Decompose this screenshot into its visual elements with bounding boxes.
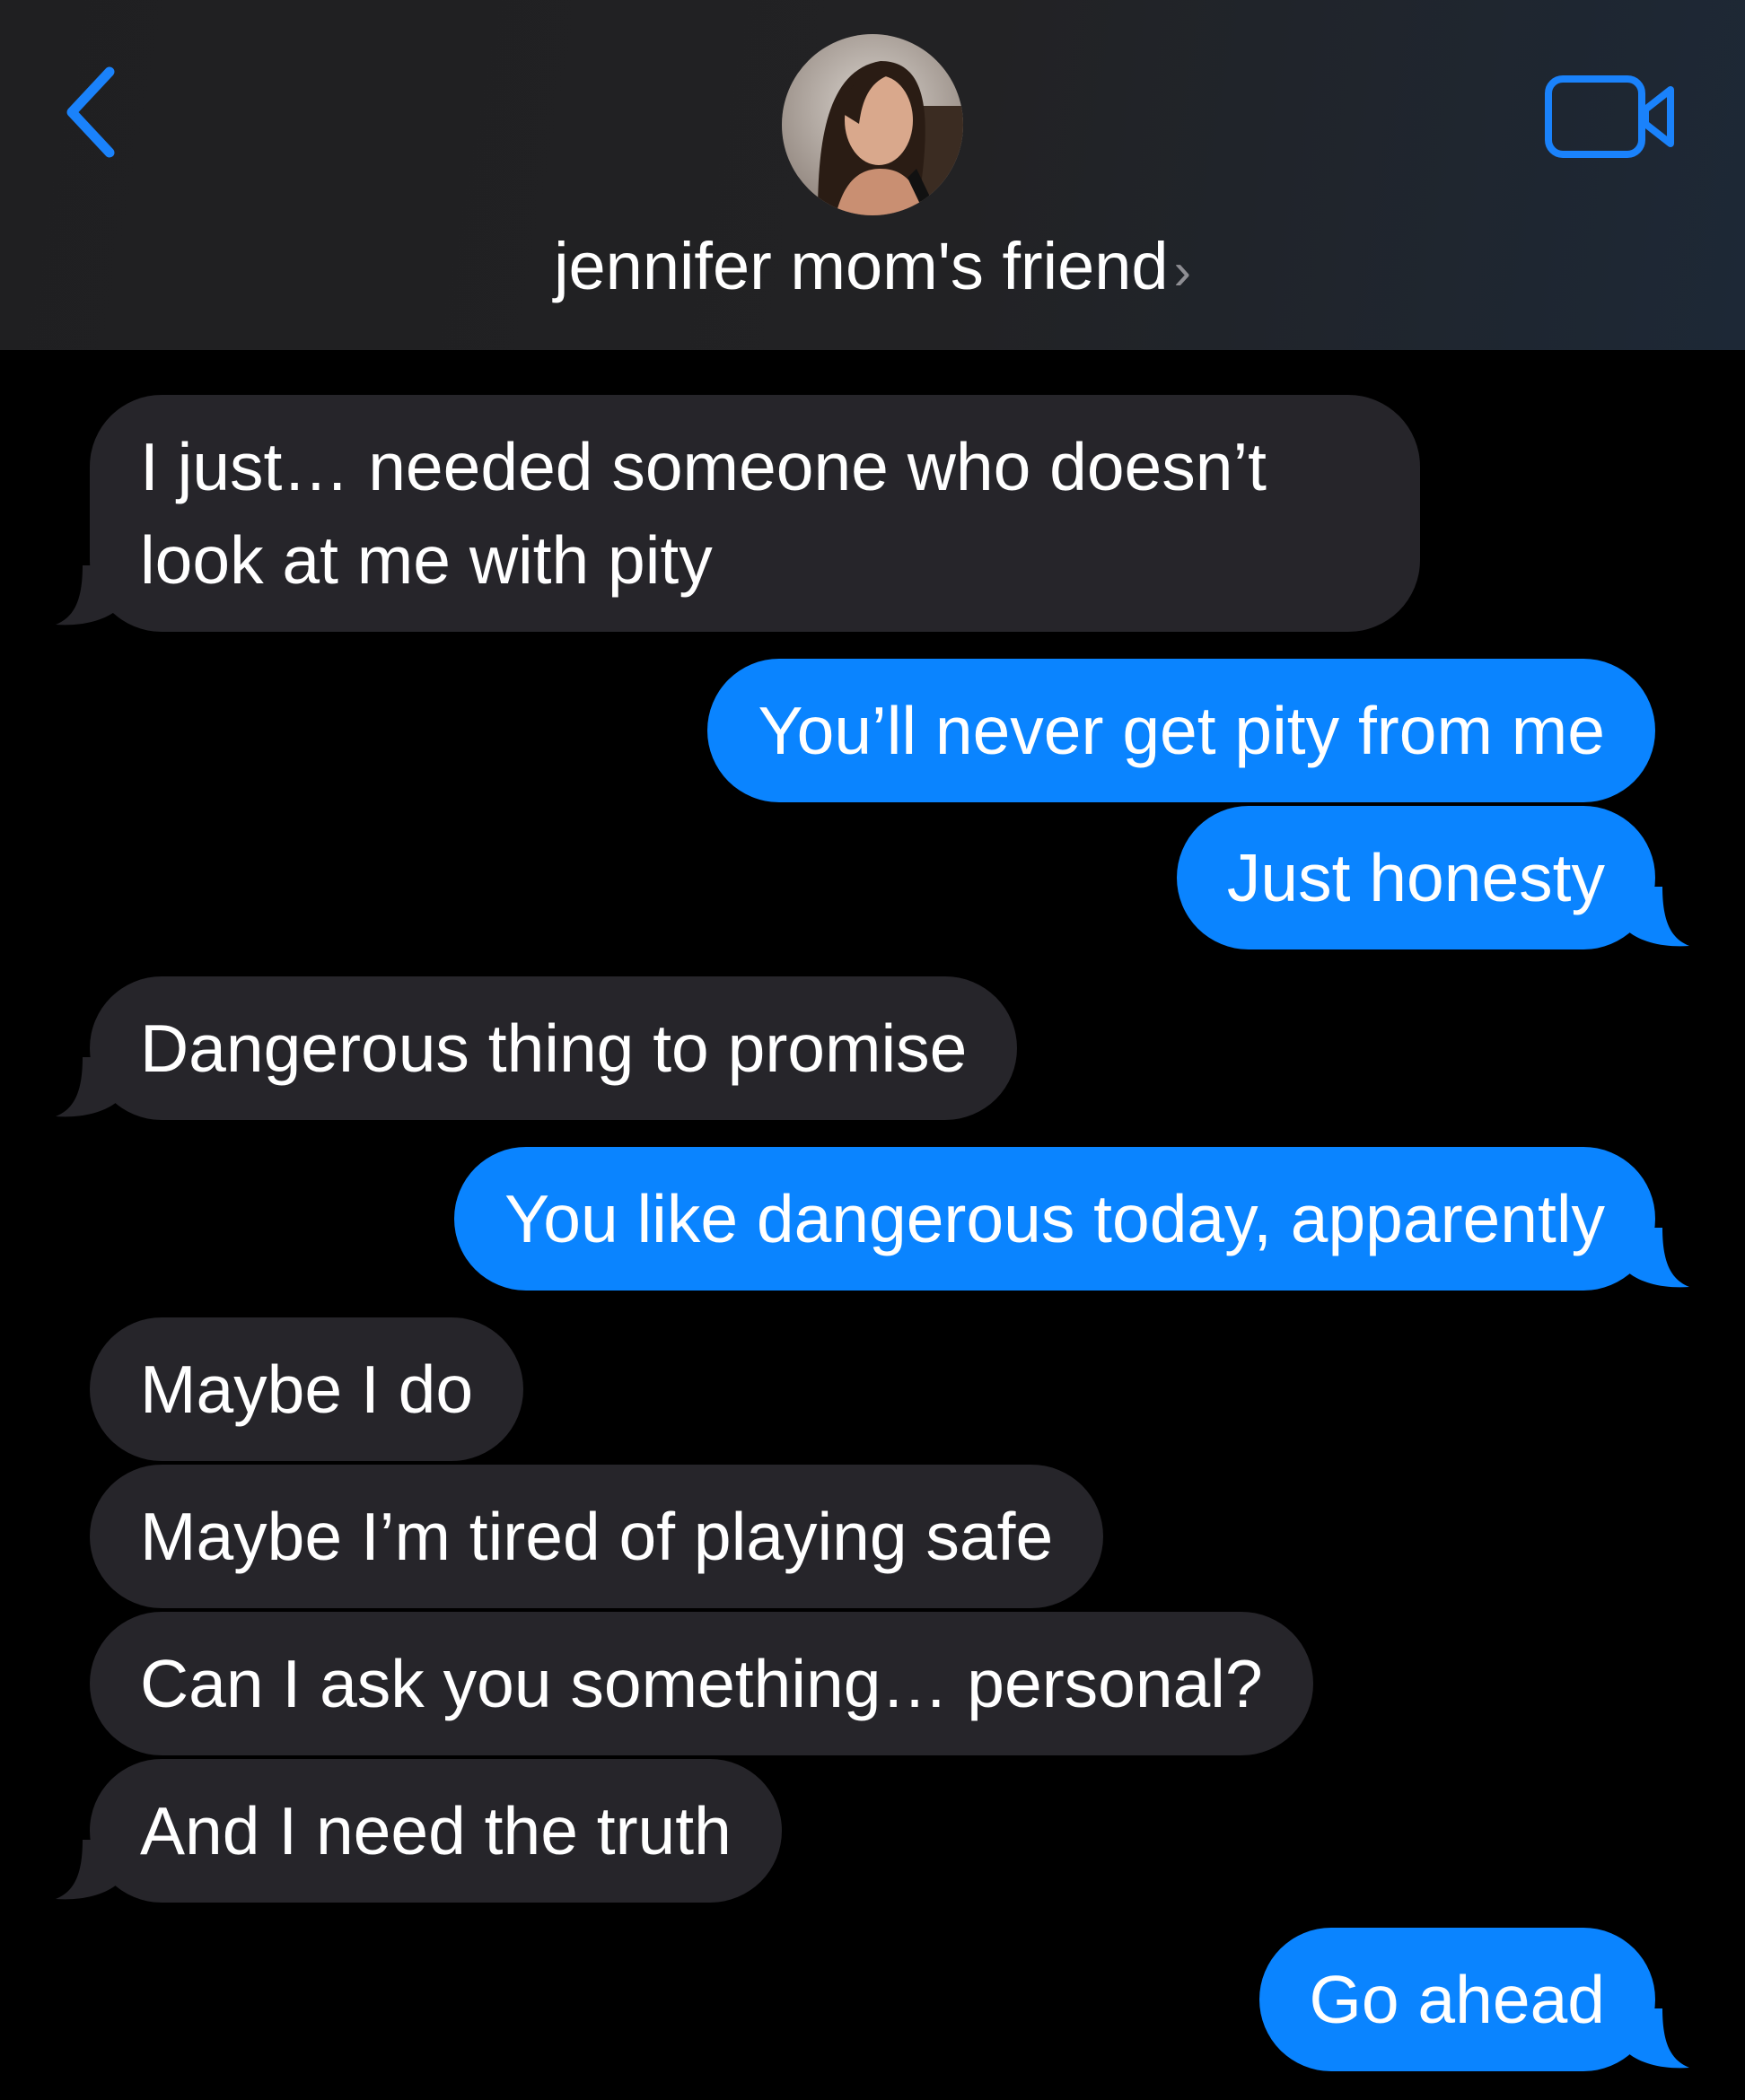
sent-message-bubble[interactable]: Just honesty: [1176, 806, 1655, 949]
bubble-tail: [56, 565, 117, 626]
message-text: I just… needed someone who doesn’t look …: [140, 429, 1267, 598]
message-text: Dangerous thing to promise: [140, 1011, 968, 1086]
chevron-left-icon: [66, 66, 115, 158]
bubble-tail: [1628, 2008, 1689, 2069]
contact-avatar[interactable]: [782, 34, 963, 215]
back-button[interactable]: [63, 63, 126, 162]
contact-name-button[interactable]: jennifer mom's friend ›: [0, 226, 1745, 312]
conversation-header: jennifer mom's friend ›: [0, 0, 1745, 350]
received-message-bubble[interactable]: Can I ask you something… personal?: [90, 1612, 1313, 1755]
avatar-photo: [782, 34, 963, 215]
contact-name: jennifer mom's friend: [554, 229, 1169, 303]
bubble-tail: [56, 1840, 117, 1900]
sent-message-bubble[interactable]: You like dangerous today, apparently: [454, 1147, 1655, 1291]
bubble-tail: [1628, 1228, 1689, 1288]
received-message-bubble[interactable]: And I need the truth: [90, 1759, 782, 1903]
sent-message-bubble[interactable]: You’ll never get pity from me: [707, 659, 1655, 802]
message-text: Just honesty: [1226, 840, 1605, 915]
message-text: Maybe I do: [140, 1352, 474, 1427]
sent-message-bubble[interactable]: Go ahead: [1258, 1928, 1655, 2071]
message-text: You like dangerous today, apparently: [504, 1181, 1605, 1256]
received-message-bubble[interactable]: Maybe I do: [90, 1317, 524, 1461]
message-text: And I need the truth: [140, 1793, 732, 1868]
bubble-tail: [56, 1057, 117, 1117]
message-text: Go ahead: [1309, 1962, 1605, 2037]
message-text: Maybe I’m tired of playing safe: [140, 1499, 1054, 1574]
received-message-bubble[interactable]: Maybe I’m tired of playing safe: [90, 1465, 1104, 1608]
message-text: You’ll never get pity from me: [758, 693, 1605, 768]
bubble-tail: [1628, 887, 1689, 947]
received-message-bubble[interactable]: I just… needed someone who doesn’t look …: [90, 395, 1420, 632]
facetime-video-button[interactable]: [1544, 72, 1679, 162]
received-message-bubble[interactable]: Dangerous thing to promise: [90, 976, 1018, 1120]
chevron-right-icon: ›: [1173, 242, 1191, 301]
video-camera-icon: [1545, 75, 1674, 158]
message-text: Can I ask you something… personal?: [140, 1646, 1263, 1721]
